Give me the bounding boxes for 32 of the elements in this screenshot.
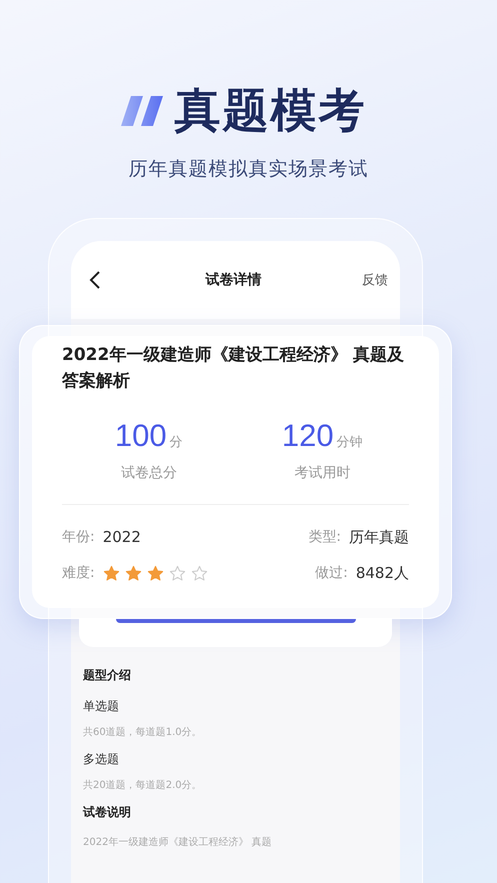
stat-unit: 分 xyxy=(170,434,183,451)
stat-label: 试卷总分 xyxy=(120,464,177,482)
stat-value: 120 xyxy=(282,418,334,454)
section-heading: 试卷说明 xyxy=(83,804,132,821)
stat-label: 考试用时 xyxy=(294,464,350,482)
filled-star-icon xyxy=(124,564,142,582)
headline: 真题模考 xyxy=(174,82,366,139)
meta-label: 难度: xyxy=(62,564,95,582)
exam-title: 2022年一级建造师《建设工程经济》 真题及答案解析 xyxy=(62,344,406,393)
question-type-desc: 共20道题，每道题2.0分。 xyxy=(83,778,203,792)
meta-label: 做过: xyxy=(315,564,348,582)
filled-star-icon xyxy=(102,564,120,582)
meta-label: 类型: xyxy=(308,528,341,546)
meta-value: 历年真题 xyxy=(349,528,409,546)
meta-value: 8482人 xyxy=(356,564,409,582)
page-title: 试卷详情 xyxy=(206,271,262,289)
feedback-link[interactable]: 反馈 xyxy=(362,271,388,289)
quote-icon xyxy=(120,96,164,126)
question-type: 单选题 xyxy=(83,698,120,715)
question-type-desc: 共60道题，每道题1.0分。 xyxy=(83,726,203,739)
meta-label: 年份: xyxy=(62,528,95,546)
empty-star-icon xyxy=(168,564,186,582)
filled-star-icon xyxy=(146,564,164,582)
stat-value: 100 xyxy=(114,418,167,454)
meta-value: 2022 xyxy=(102,528,141,546)
section-heading: 题型介绍 xyxy=(83,667,132,684)
empty-star-icon xyxy=(190,564,208,582)
subtitle: 历年真题模拟真实场景考试 xyxy=(128,157,368,182)
paper-description: 2022年一级建造师《建设工程经济》 真题 xyxy=(83,836,273,849)
start-button-edge[interactable] xyxy=(116,619,356,623)
question-type: 多选题 xyxy=(83,751,120,768)
stat-unit: 分钟 xyxy=(336,434,363,451)
